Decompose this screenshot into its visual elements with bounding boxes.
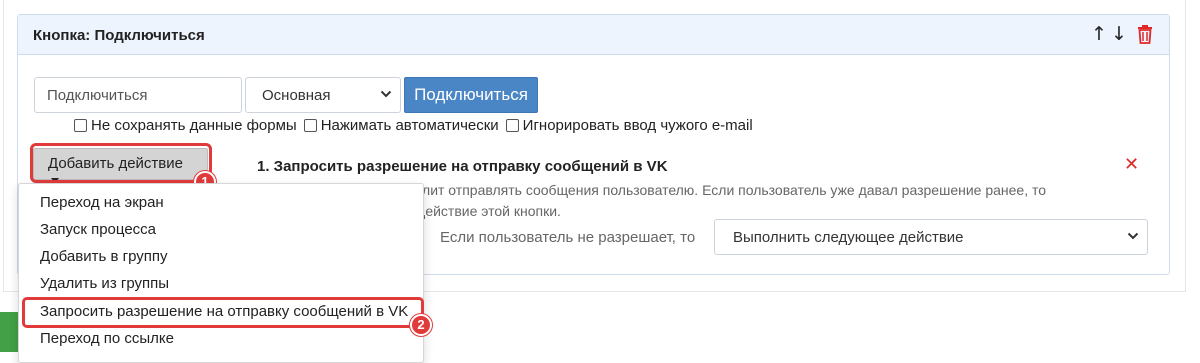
arrow-down-icon[interactable]: ↓ — [1111, 24, 1127, 44]
checkbox-box[interactable] — [74, 119, 87, 132]
panel-header: Кнопка: Подключиться ↑ ↓ — [18, 15, 1169, 55]
highlight-add-action — [30, 143, 212, 183]
checkbox-box[interactable] — [505, 119, 519, 132]
checkbox-label: Нажимать автоматически — [320, 117, 499, 134]
checkbox-label: Игнорировать ввод чужого e-mail — [522, 117, 753, 134]
highlight-vk-permission-item — [22, 297, 424, 328]
condition-label: Если пользователь не разрешает, то — [440, 229, 696, 246]
menu-item-follow-link[interactable]: Переход по ссылке — [40, 330, 174, 347]
menu-item-add-to-group[interactable]: Добавить в группу — [40, 248, 168, 265]
preview-connect-button[interactable]: Подключиться — [404, 77, 538, 113]
checkbox-auto-press[interactable]: Нажимать автоматически — [303, 117, 499, 134]
arrow-up-icon[interactable]: ↑ — [1091, 24, 1107, 44]
panel-header-actions: ↑ ↓ — [1091, 24, 1153, 44]
annotation-badge-2: 2 — [410, 314, 432, 336]
checkbox-box[interactable] — [303, 119, 317, 132]
chevron-down-icon — [1127, 232, 1139, 240]
options-checkboxes: Не сохранять данные формы Нажимать автом… — [74, 117, 760, 134]
checkbox-dont-save-form[interactable]: Не сохранять данные формы — [74, 117, 297, 134]
action-title: 1. Запросить разрешение на отправку сооб… — [257, 158, 668, 175]
button-text-input[interactable]: Подключиться — [34, 77, 242, 113]
close-icon[interactable]: ✕ — [1124, 154, 1139, 175]
trash-icon[interactable] — [1137, 24, 1153, 44]
condition-select[interactable]: Выполнить следующее действие — [714, 219, 1148, 255]
button-style-select[interactable]: Основная — [245, 77, 401, 113]
button-style-select-value: Основная — [262, 87, 331, 104]
checkbox-ignore-foreign-email[interactable]: Игнорировать ввод чужого e-mail — [505, 117, 753, 134]
chevron-down-icon — [380, 90, 392, 98]
menu-item-remove-from-group[interactable]: Удалить из группы — [40, 275, 169, 292]
panel-title: Кнопка: Подключиться — [33, 27, 205, 44]
menu-item-start-process[interactable]: Запуск процесса — [40, 221, 156, 238]
bottom-action-button-edge[interactable] — [0, 312, 18, 352]
menu-item-go-to-screen[interactable]: Переход на экран — [40, 194, 164, 211]
condition-select-value: Выполнить следующее действие — [733, 229, 964, 246]
checkbox-label: Не сохранять данные формы — [91, 117, 297, 134]
